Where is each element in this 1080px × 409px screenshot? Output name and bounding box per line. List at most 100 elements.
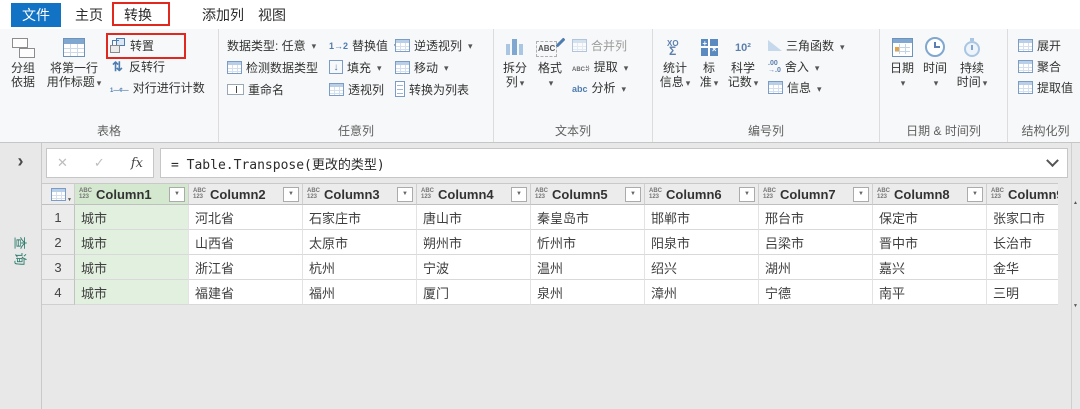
trigonometry-button[interactable]: 三角函数 <box>766 35 847 56</box>
date-button[interactable]: 日期 <box>890 33 914 90</box>
data-cell[interactable]: 福州 <box>303 280 417 305</box>
column-header-column9[interactable]: ABC123 Column9 <box>987 183 1058 205</box>
extract-values-button[interactable]: 提取值 <box>1016 77 1080 98</box>
column-header-column3[interactable]: ABC 123 Column3 <box>303 183 417 205</box>
column-filter-button[interactable] <box>739 186 755 202</box>
data-cell[interactable]: 嘉兴 <box>873 255 987 280</box>
data-cell[interactable]: 三明 <box>987 280 1058 305</box>
column-filter-button[interactable] <box>397 186 413 202</box>
column-filter-button[interactable] <box>853 186 869 202</box>
data-cell[interactable]: 城市 <box>75 230 189 255</box>
expand-query-pane-button[interactable] <box>11 151 31 171</box>
data-cell[interactable]: 张家口市 <box>987 205 1058 230</box>
column-filter-button[interactable] <box>283 186 299 202</box>
column-filter-button[interactable] <box>169 186 185 202</box>
replace-values-button[interactable]: 替换值 <box>327 35 389 56</box>
data-cell[interactable]: 石家庄市 <box>303 205 417 230</box>
column-filter-button[interactable] <box>967 186 983 202</box>
column-filter-button[interactable] <box>511 186 527 202</box>
data-cell[interactable]: 南平 <box>873 280 987 305</box>
data-cell[interactable]: 太原市 <box>303 230 417 255</box>
transpose-button[interactable]: 转置 <box>108 35 207 56</box>
format-button[interactable]: 格式 <box>536 33 563 90</box>
data-type-button[interactable]: 数据类型: 任意 <box>225 35 323 56</box>
cancel-formula-icon[interactable] <box>57 154 68 172</box>
data-cell[interactable]: 绍兴 <box>645 255 759 280</box>
data-cell[interactable]: 邢台市 <box>759 205 873 230</box>
data-cell[interactable]: 厦门 <box>417 280 531 305</box>
group-by-button[interactable]: 分组依据 <box>6 33 40 89</box>
data-cell[interactable]: 泉州 <box>531 280 645 305</box>
data-cell[interactable]: 晋中市 <box>873 230 987 255</box>
data-cell[interactable]: 温州 <box>531 255 645 280</box>
rename-button[interactable]: 重命名 <box>225 79 323 100</box>
merge-columns-button[interactable]: 合并列 <box>570 35 630 56</box>
row-number[interactable]: 1 <box>42 205 75 230</box>
column-header-column8[interactable]: ABC 123 Column8 <box>873 183 987 205</box>
tab-home[interactable]: 主页 <box>71 3 107 27</box>
data-cell[interactable]: 河北省 <box>189 205 303 230</box>
scroll-down-icon[interactable]: ▼ <box>1073 303 1078 309</box>
scientific-button[interactable]: 科学记数 <box>727 33 759 90</box>
data-cell[interactable]: 阳泉市 <box>645 230 759 255</box>
column-header-column1[interactable]: ABC 123 Column1 <box>75 183 189 205</box>
expand-button[interactable]: 展开 <box>1016 35 1080 56</box>
column-header-column4[interactable]: ABC 123 Column4 <box>417 183 531 205</box>
row-number[interactable]: 2 <box>42 230 75 255</box>
move-button[interactable]: 移动 <box>393 57 501 78</box>
aggregate-button[interactable]: 聚合 <box>1016 56 1080 77</box>
tab-view[interactable]: 视图 <box>254 3 290 27</box>
unpivot-columns-button[interactable]: 逆透视列 <box>393 35 501 56</box>
data-cell[interactable]: 宁波 <box>417 255 531 280</box>
tab-file[interactable]: 文件 <box>11 3 61 27</box>
column-header-column7[interactable]: ABC 123 Column7 <box>759 183 873 205</box>
count-rows-button[interactable]: 对行进行计数 <box>108 77 207 98</box>
data-cell[interactable]: 吕梁市 <box>759 230 873 255</box>
vertical-scrollbar[interactable]: ▲ ▼ <box>1071 143 1080 409</box>
fill-button[interactable]: 填充 <box>327 57 389 78</box>
data-cell[interactable]: 邯郸市 <box>645 205 759 230</box>
tab-transform[interactable]: 转换 <box>120 3 156 27</box>
data-cell[interactable]: 城市 <box>75 255 189 280</box>
reverse-rows-button[interactable]: ⇅ 反转行 <box>108 56 207 77</box>
data-cell[interactable]: 长治市 <box>987 230 1058 255</box>
statistics-button[interactable]: 统计信息 <box>659 33 691 90</box>
formula-input[interactable]: = Table.Transpose(更改的类型) <box>160 148 1068 178</box>
split-column-button[interactable]: 拆分列 <box>500 33 530 90</box>
data-cell[interactable]: 忻州市 <box>531 230 645 255</box>
time-button[interactable]: 时间 <box>923 33 947 90</box>
data-cell[interactable]: 城市 <box>75 280 189 305</box>
detect-data-type-button[interactable]: 检测数据类型 <box>225 57 323 78</box>
column-filter-button[interactable] <box>625 186 641 202</box>
data-cell[interactable]: 漳州 <box>645 280 759 305</box>
duration-button[interactable]: 持续时间 <box>956 33 988 90</box>
rounding-button[interactable]: 舍入 <box>766 56 847 77</box>
column-header-column5[interactable]: ABC 123 Column5 <box>531 183 645 205</box>
data-cell[interactable]: 福建省 <box>189 280 303 305</box>
row-number[interactable]: 4 <box>42 280 75 305</box>
column-header-column6[interactable]: ABC 123 Column6 <box>645 183 759 205</box>
use-first-row-as-headers-button[interactable]: 将第一行用作标题 <box>46 33 102 90</box>
data-cell[interactable]: 湖州 <box>759 255 873 280</box>
scroll-up-icon[interactable]: ▲ <box>1073 200 1078 206</box>
commit-formula-icon[interactable] <box>94 154 105 172</box>
select-all-cell[interactable] <box>42 183 75 205</box>
data-cell[interactable]: 朔州市 <box>417 230 531 255</box>
data-cell[interactable]: 秦皇岛市 <box>531 205 645 230</box>
parse-button[interactable]: 分析 <box>570 77 630 98</box>
convert-to-list-button[interactable]: 转换为列表 <box>393 79 501 100</box>
data-cell[interactable]: 浙江省 <box>189 255 303 280</box>
data-cell[interactable]: 宁德 <box>759 280 873 305</box>
formula-expand-chevron-icon[interactable] <box>1046 153 1059 167</box>
information-button[interactable]: 信息 <box>766 77 847 98</box>
row-number[interactable]: 3 <box>42 255 75 280</box>
data-cell[interactable]: 金华 <box>987 255 1058 280</box>
pivot-column-button[interactable]: 透视列 <box>327 79 389 100</box>
extract-button[interactable]: 提取 <box>570 56 630 77</box>
data-cell[interactable]: 杭州 <box>303 255 417 280</box>
standard-button[interactable]: 标准 <box>698 33 720 90</box>
data-cell[interactable]: 城市 <box>75 205 189 230</box>
column-header-column2[interactable]: ABC 123 Column2 <box>189 183 303 205</box>
tab-add-column[interactable]: 添加列 <box>198 3 248 27</box>
data-cell[interactable]: 保定市 <box>873 205 987 230</box>
